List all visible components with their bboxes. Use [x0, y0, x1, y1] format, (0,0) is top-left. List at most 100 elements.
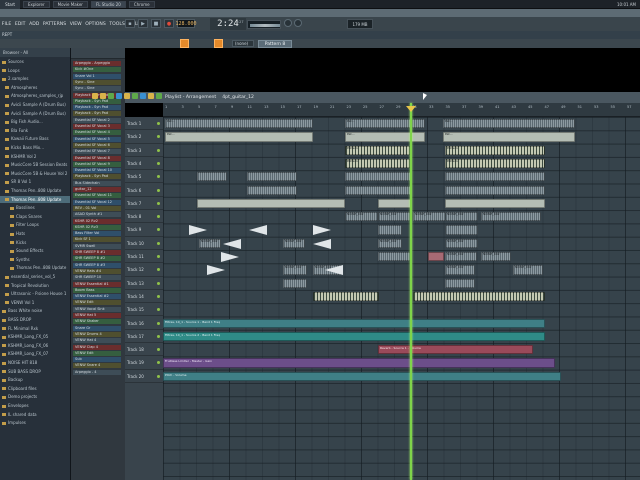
channel-row[interactable]: Essential SF Vocal 8: [73, 155, 121, 161]
browser-item[interactable]: Ultrasonic - P.sione House 1: [0, 290, 70, 297]
track-header[interactable]: Track 1: [125, 117, 163, 131]
automation-clip[interactable]: Reverb - Source 1 - Volume: [378, 345, 533, 355]
playlist-clip[interactable]: Pattern: [345, 145, 411, 155]
timeline-ruler[interactable]: 1 3 5 7 9 11 13 15 17 19 21 23 25 27 29 31 33 35 37 39 41 43 4…: [163, 103, 640, 117]
playlist-clip[interactable]: NOISE_002: [445, 212, 478, 222]
channel-row[interactable]: Essential SF Vocal 11: [73, 193, 121, 199]
playlist-clip[interactable]: Pattern: [445, 158, 545, 169]
track-mute-led[interactable]: [157, 228, 160, 232]
track-header[interactable]: Track 18: [125, 343, 163, 357]
playlist-clip[interactable]: [283, 278, 307, 288]
playlist-clip[interactable]: [413, 291, 545, 302]
track-header[interactable]: Track 7: [125, 197, 163, 211]
browser-item[interactable]: MusicCore 5B Session Beats: [0, 161, 70, 168]
track-mute-led[interactable]: [157, 135, 160, 139]
channel-row[interactable]: ASAD Synth #1: [73, 212, 121, 218]
channel-row[interactable]: Snare Vol 1: [73, 73, 121, 79]
snap-selector[interactable]: (none): [232, 40, 254, 47]
playlist-grid[interactable]: Pat... Pat... Pat... Pat... Pat... Pat... Patt…: [163, 117, 640, 480]
playlist-clip[interactable]: Pat...: [165, 132, 313, 142]
channel-row[interactable]: Boom Bass: [73, 287, 121, 293]
browser-item[interactable]: Atmospheres_samples_rjp: [0, 92, 70, 99]
channel-row[interactable]: KSHR 02 Rv2: [73, 218, 121, 224]
browser-item[interactable]: Filter Loops: [0, 221, 70, 228]
menu-tools[interactable]: TOOLS: [108, 22, 127, 27]
browser-item[interactable]: Thomas Pen..808 Update: [0, 195, 70, 203]
track-header[interactable]: Track 12: [125, 263, 163, 277]
playlist-clip[interactable]: [378, 225, 402, 235]
channel-row[interactable]: Essential SF Vocal 12: [73, 199, 121, 205]
track-header[interactable]: Track 11: [125, 250, 163, 264]
slip-tool-icon[interactable]: [124, 93, 130, 99]
channel-row[interactable]: VENW Snare 4: [73, 363, 121, 369]
automation-clip[interactable]: Fruitless Limiter - Master - Gain: [163, 358, 555, 368]
browser-item[interactable]: SR 8 Vol 1: [0, 178, 70, 185]
channel-row[interactable]: Playback - Syn Pad: [73, 174, 121, 180]
track-header[interactable]: Track 4: [125, 157, 163, 171]
taskbar-task-chrome[interactable]: Chrome: [128, 0, 155, 8]
track-mute-led[interactable]: [157, 348, 160, 352]
playlist-clip[interactable]: NOISE_002: [481, 212, 541, 222]
track-mute-led[interactable]: [157, 255, 160, 258]
browser-item[interactable]: KSHMR Vol 2: [0, 153, 70, 160]
browser-item[interactable]: Avicii Sample A (Drum Bus): [0, 110, 70, 117]
browser-item[interactable]: Envelopes: [0, 402, 70, 409]
automation-clip[interactable]: Filtres, 10_1 - Source 1 - Band 1 Freq: [163, 318, 545, 328]
channel-row[interactable]: KSHR 02 Rv3: [73, 224, 121, 230]
playlist-clip[interactable]: NOISE_002: [283, 265, 307, 275]
toolbar-orange-button-2[interactable]: [214, 39, 223, 48]
channel-row[interactable]: Sync - Sine: [73, 79, 121, 85]
playlist-clip[interactable]: [445, 225, 478, 235]
record-button[interactable]: ●: [164, 19, 174, 28]
channel-row[interactable]: Sync - Sine: [73, 86, 121, 92]
playlist-clip[interactable]: [445, 172, 545, 182]
menu-view[interactable]: VIEW: [68, 22, 84, 27]
playlist-clip[interactable]: Pat...: [443, 119, 575, 129]
channel-row[interactable]: VENW Edit: [73, 300, 121, 306]
channel-row[interactable]: Essential SF Vocal 2: [73, 117, 121, 123]
track-header[interactable]: Track 13: [125, 277, 163, 290]
playlist-clip[interactable]: [378, 198, 411, 209]
channel-row[interactable]: VENW Hat 4: [73, 338, 121, 344]
master-pitch-knob[interactable]: [294, 19, 302, 27]
playlist-clip[interactable]: Pat...: [345, 132, 425, 142]
track-header[interactable]: Track 20: [125, 370, 163, 383]
playlist-clip[interactable]: [313, 291, 379, 302]
track-mute-led[interactable]: [157, 201, 160, 205]
browser-item[interactable]: Kawaii Future Bass: [0, 135, 70, 142]
playlist-clip[interactable]: [445, 198, 545, 209]
channel-row[interactable]: Arpeggio - Arpeggio: [73, 61, 121, 66]
channel-row[interactable]: Essential SF Vocal 10: [73, 168, 121, 174]
playlist-clip[interactable]: Pattern: [445, 145, 545, 155]
channel-row[interactable]: VENW Hat 5: [73, 313, 121, 318]
menu-options[interactable]: OPTIONS: [83, 22, 107, 27]
playlist-clip[interactable]: Pat...: [165, 119, 313, 129]
browser-item[interactable]: Clipboard files: [0, 385, 70, 392]
browser-item[interactable]: Synths: [0, 256, 70, 263]
track-mute-led[interactable]: [157, 334, 160, 338]
track-mute-led[interactable]: [157, 374, 160, 378]
track-header[interactable]: Track 3: [125, 144, 163, 157]
menu-edit[interactable]: EDIT: [13, 22, 27, 27]
browser-item[interactable]: Thomas Pen..808 Update: [0, 187, 70, 194]
browser-item[interactable]: Atmospheres: [0, 84, 70, 91]
track-header[interactable]: Track 14: [125, 290, 163, 304]
playlist-clip[interactable]: [345, 185, 411, 195]
channel-row[interactable]: Playback - Syn Pad: [73, 98, 121, 104]
browser-item[interactable]: FL Minimal Rxk: [0, 325, 70, 332]
zoom-tool-icon[interactable]: [148, 93, 154, 99]
playback-tool-icon[interactable]: [156, 93, 162, 99]
playlist-clip[interactable]: NOISE_002: [513, 265, 543, 275]
playlist-clip[interactable]: [445, 185, 545, 195]
track-mute-led[interactable]: [157, 148, 160, 152]
browser-item[interactable]: Sound Effects: [0, 247, 70, 254]
track-header[interactable]: Track 6: [125, 184, 163, 197]
playlist-clip[interactable]: NOISE_002: [199, 238, 221, 248]
channel-row[interactable]: Playback - Syn Pad: [73, 111, 121, 117]
menu-add[interactable]: ADD: [27, 22, 41, 27]
track-header[interactable]: Track 8: [125, 210, 163, 224]
playhead-marker[interactable]: [406, 106, 416, 112]
browser-item[interactable]: Backup: [0, 376, 70, 383]
browser-item[interactable]: essential_series_vol_5: [0, 273, 70, 280]
track-header[interactable]: Track 19: [125, 356, 163, 370]
